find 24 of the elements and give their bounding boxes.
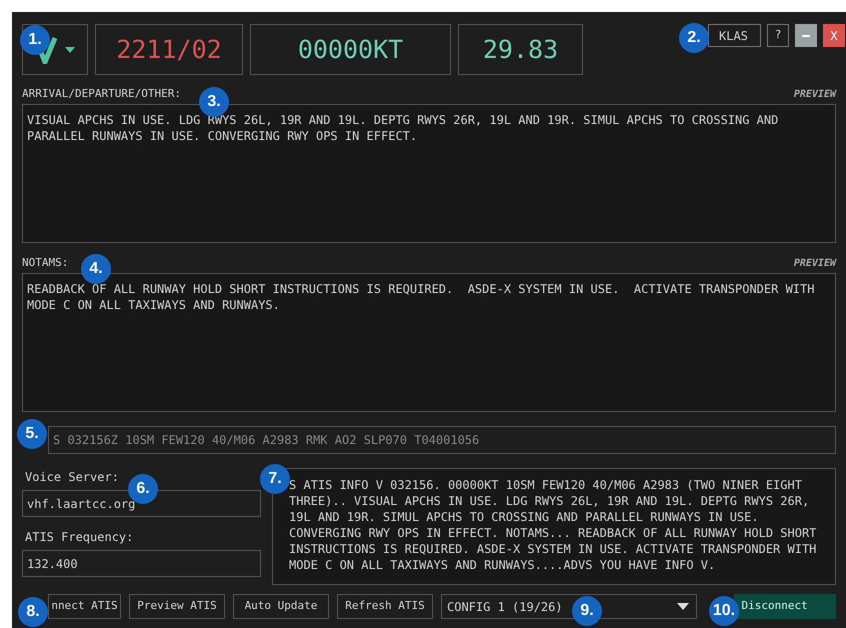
action-button[interactable]: Refresh ATIS (337, 594, 433, 619)
action-button[interactable]: Preview ATIS (129, 594, 225, 619)
close-button[interactable]: X (823, 24, 845, 47)
metar-field[interactable]: S 032156Z 10SM FEW120 40/M06 A2983 RMK AO2 SLP070 T04001056 (48, 426, 836, 454)
section-label: NOTAMS: (22, 254, 68, 271)
help-button[interactable]: ? (767, 24, 789, 47)
airport-button[interactable]: KLAS (708, 24, 761, 47)
text-area[interactable]: READBACK OF ALL RUNWAY HOLD SHORT INSTRUCTIONS IS REQUIRED. ASDE-X SYSTEM IN USE. ACTIVATE TRANSPONDER WITH MODE C ON ALL TAXIWAYS AND RUNWAYS. (22, 273, 836, 412)
wind-display: 00000KT (250, 24, 451, 75)
minimize-icon (802, 34, 810, 36)
disconnect-button[interactable]: Disconnect (734, 594, 836, 619)
action-button[interactable]: Auto Update (233, 594, 329, 619)
atis-frequency-field[interactable]: 132.400 (22, 550, 261, 577)
field-label: ATIS Frequency: (24, 529, 134, 544)
preview-label: PREVIEW (794, 88, 836, 102)
action-button[interactable]: nnect ATIS (48, 594, 121, 619)
date-display: 2211/02 (95, 24, 243, 75)
caret-icon (676, 603, 689, 610)
field-label: Voice Server: (24, 469, 120, 484)
caret-icon (65, 46, 75, 52)
altimeter-display: 29.83 (458, 24, 583, 75)
section-label: ARRIVAL/DEPARTURE/OTHER: (22, 86, 181, 102)
minimize-button[interactable] (795, 24, 817, 47)
preview-label: PREVIEW (794, 256, 836, 270)
